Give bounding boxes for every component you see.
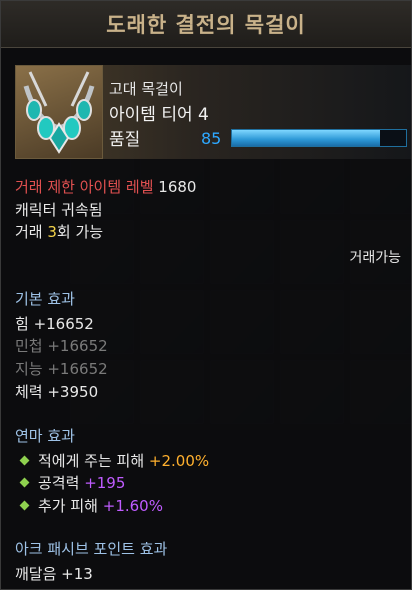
level-requirement-label: 거래 제한 아이템 레벨 xyxy=(15,178,154,196)
quality-value: 85 xyxy=(201,129,222,148)
refine-effect-item: 공격력 +195 xyxy=(15,472,125,493)
ark-passive-heading: 아크 패시브 포인트 효과 xyxy=(15,540,168,558)
refine-effect-item: 적에게 주는 피해 +2.00% xyxy=(15,450,209,471)
quality-bar-fill xyxy=(232,130,380,146)
necklace-icon xyxy=(15,65,103,159)
bullet-icon xyxy=(19,455,30,466)
trade-count-prefix: 거래 xyxy=(15,223,48,241)
level-requirement-value: 1680 xyxy=(158,178,197,196)
item-type: 고대 목걸이 xyxy=(109,80,183,98)
trade-count-suffix: 회 가능 xyxy=(56,223,104,241)
item-title: 도래한 결전의 목걸이 xyxy=(106,13,306,37)
trade-count-number: 3 xyxy=(47,223,57,241)
refine-effect-value: +2.00% xyxy=(148,452,210,470)
level-requirement: 거래 제한 아이템 레벨 1680 xyxy=(15,176,196,197)
quality-bar xyxy=(231,129,407,147)
stat-dexterity: 민첩 +16652 xyxy=(15,337,108,355)
bound-status: 캐릭터 귀속됨 xyxy=(15,201,103,219)
tradeable-status: 거래가능 xyxy=(349,250,401,266)
quality-label: 품질 xyxy=(109,130,141,150)
tooltip-title-bar: 도래한 결전의 목걸이 xyxy=(1,1,411,48)
stat-vitality: 체력 +3950 xyxy=(15,383,99,401)
refine-effect-heading: 연마 효과 xyxy=(15,427,75,445)
ark-passive-value: 깨달음 +13 xyxy=(15,565,93,583)
item-tooltip: 도래한 결전의 목걸이 고대 목걸이 아이템 티어 4 품질 85 거래 제한 … xyxy=(0,0,412,590)
refine-effect-label: 공격력 xyxy=(38,474,80,492)
stat-strength: 힘 +16652 xyxy=(15,315,94,333)
refine-effect-value: +1.60% xyxy=(102,497,163,515)
stat-intelligence: 지능 +16652 xyxy=(15,360,108,378)
refine-effect-label: 적에게 주는 피해 xyxy=(38,452,145,470)
item-tier: 아이템 티어 4 xyxy=(109,105,209,125)
refine-effect-item: 추가 피해 +1.60% xyxy=(15,495,163,516)
refine-effect-value: +195 xyxy=(84,474,126,492)
trade-count: 거래 3회 가능 xyxy=(15,221,103,242)
base-effect-heading: 기본 효과 xyxy=(15,290,75,308)
refine-effect-label: 추가 피해 xyxy=(38,497,98,515)
bullet-icon xyxy=(19,477,30,488)
bullet-icon xyxy=(19,500,30,511)
